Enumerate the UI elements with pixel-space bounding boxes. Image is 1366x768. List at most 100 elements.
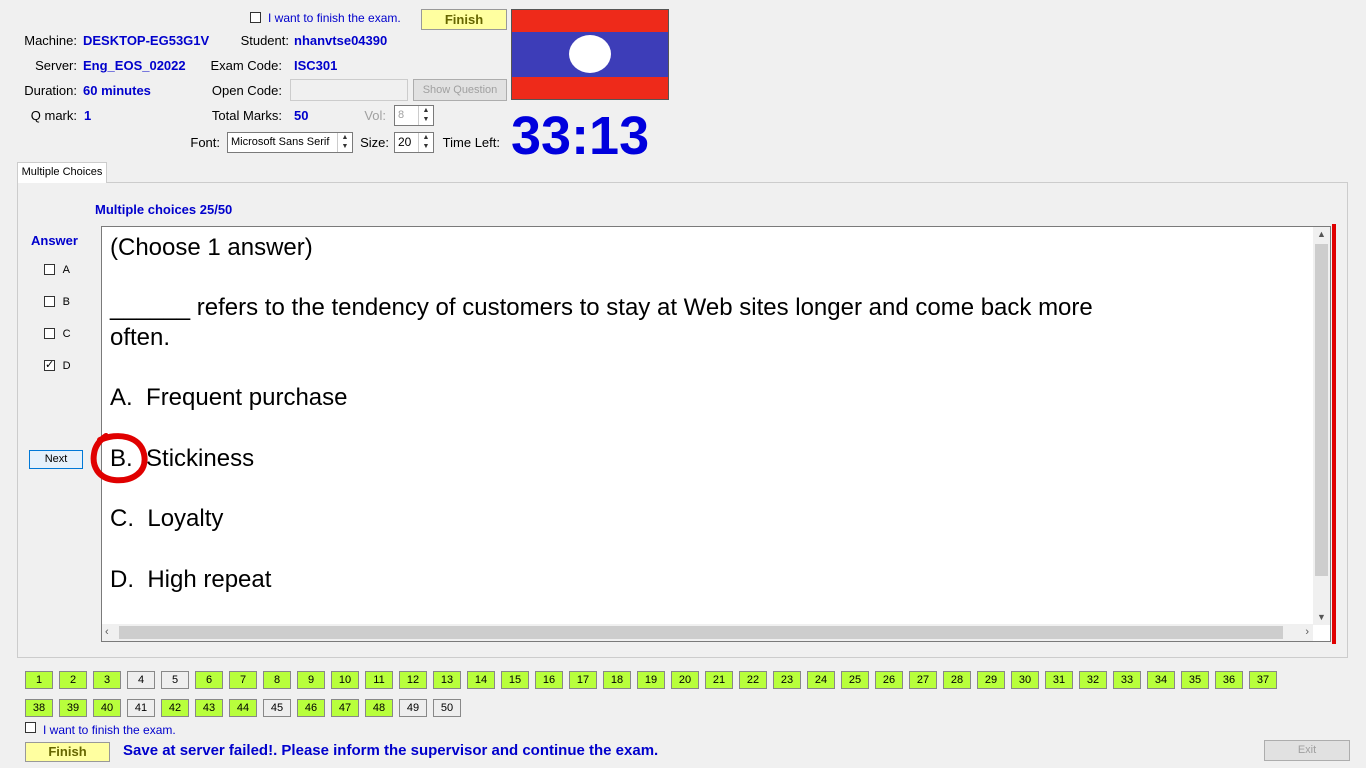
question-nav-button-37[interactable]: 37 xyxy=(1249,671,1277,689)
open-code-input[interactable] xyxy=(290,79,408,101)
question-nav-button-35[interactable]: 35 xyxy=(1181,671,1209,689)
checkbox-b[interactable] xyxy=(44,296,55,308)
question-nav-button-8[interactable]: 8 xyxy=(263,671,291,689)
choice-text: Stickiness xyxy=(146,445,255,472)
question-nav-button-28[interactable]: 28 xyxy=(943,671,971,689)
question-nav-button-32[interactable]: 32 xyxy=(1079,671,1107,689)
question-nav-button-50[interactable]: 50 xyxy=(433,699,461,717)
question-nav-button-46[interactable]: 46 xyxy=(297,699,325,717)
question-nav-button-33[interactable]: 33 xyxy=(1113,671,1141,689)
question-nav-button-18[interactable]: 18 xyxy=(603,671,631,689)
question-nav-button-40[interactable]: 40 xyxy=(93,699,121,717)
question-nav-button-15[interactable]: 15 xyxy=(501,671,529,689)
question-nav-button-36[interactable]: 36 xyxy=(1215,671,1243,689)
student-label: Student: xyxy=(240,33,289,48)
question-stem-line2: often. xyxy=(110,324,171,351)
answer-option-c[interactable]: C xyxy=(44,325,71,340)
vertical-scrollbar[interactable]: ▲ ▼ xyxy=(1313,227,1330,625)
qmark-value: 1 xyxy=(84,108,92,123)
next-button[interactable]: Next xyxy=(29,450,83,469)
question-nav-button-22[interactable]: 22 xyxy=(739,671,767,689)
question-nav-button-26[interactable]: 26 xyxy=(875,671,903,689)
question-nav-button-44[interactable]: 44 xyxy=(229,699,257,717)
question-nav-button-10[interactable]: 10 xyxy=(331,671,359,689)
tab-multiple-choices[interactable]: Multiple Choices xyxy=(17,162,107,183)
question-nav-button-14[interactable]: 14 xyxy=(467,671,495,689)
question-nav-button-29[interactable]: 29 xyxy=(977,671,1005,689)
question-nav-button-45[interactable]: 45 xyxy=(263,699,291,717)
answer-option-label: D xyxy=(62,360,71,372)
student-value: nhanvtse04390 xyxy=(294,33,388,48)
question-nav-button-3[interactable]: 3 xyxy=(93,671,121,689)
question-nav-button-21[interactable]: 21 xyxy=(705,671,733,689)
spin-arrows-icon[interactable]: ▲ ▼ xyxy=(337,133,352,152)
question-nav-button-6[interactable]: 6 xyxy=(195,671,223,689)
question-nav-button-39[interactable]: 39 xyxy=(59,699,87,717)
question-nav-button-25[interactable]: 25 xyxy=(841,671,869,689)
finish-checkbox-label-top: I want to finish the exam. xyxy=(268,11,401,25)
question-nav-button-31[interactable]: 31 xyxy=(1045,671,1073,689)
horizontal-scrollbar[interactable]: ‹ › xyxy=(102,624,1313,641)
show-question-button[interactable]: Show Question xyxy=(413,79,507,101)
question-nav-button-11[interactable]: 11 xyxy=(365,671,393,689)
question-nav-button-19[interactable]: 19 xyxy=(637,671,665,689)
vol-spinner[interactable]: 8 ▲ ▼ xyxy=(394,105,434,126)
question-nav-button-47[interactable]: 47 xyxy=(331,699,359,717)
question-nav-button-13[interactable]: 13 xyxy=(433,671,461,689)
font-spinner[interactable]: Microsoft Sans Serif ▲ ▼ xyxy=(227,132,353,153)
answer-heading: Answer xyxy=(31,233,78,248)
vol-label: Vol: xyxy=(364,108,386,123)
question-nav-button-41[interactable]: 41 xyxy=(127,699,155,717)
question-nav-button-20[interactable]: 20 xyxy=(671,671,699,689)
question-nav-button-23[interactable]: 23 xyxy=(773,671,801,689)
question-nav-button-9[interactable]: 9 xyxy=(297,671,325,689)
scroll-down-icon[interactable]: ▼ xyxy=(1313,610,1330,625)
scroll-up-icon[interactable]: ▲ xyxy=(1313,227,1330,242)
size-label: Size: xyxy=(360,135,389,150)
total-marks-value: 50 xyxy=(294,108,309,123)
question-nav-button-2[interactable]: 2 xyxy=(59,671,87,689)
question-nav-button-5[interactable]: 5 xyxy=(161,671,189,689)
hscrollbar-thumb[interactable] xyxy=(119,626,1283,639)
question-nav-button-34[interactable]: 34 xyxy=(1147,671,1175,689)
answer-option-label: A xyxy=(62,264,70,276)
spin-arrows-icon[interactable]: ▲ ▼ xyxy=(418,133,433,152)
finish-checkbox-top[interactable] xyxy=(250,12,261,23)
choice-b: B. Stickiness xyxy=(110,444,1093,474)
spin-arrows-icon[interactable]: ▲ ▼ xyxy=(418,106,433,125)
question-nav-button-24[interactable]: 24 xyxy=(807,671,835,689)
server-value: Eng_EOS_02022 xyxy=(83,58,186,73)
duration-value: 60 minutes xyxy=(83,83,151,98)
answer-option-d[interactable]: ✓ D xyxy=(44,357,71,372)
answer-option-b[interactable]: B xyxy=(44,293,70,308)
question-nav-button-12[interactable]: 12 xyxy=(399,671,427,689)
question-nav-button-4[interactable]: 4 xyxy=(127,671,155,689)
scroll-right-icon[interactable]: › xyxy=(1305,624,1309,641)
question-nav-button-43[interactable]: 43 xyxy=(195,699,223,717)
scrollbar-thumb[interactable] xyxy=(1315,244,1328,576)
answer-option-a[interactable]: A xyxy=(44,261,70,276)
font-value: Microsoft Sans Serif xyxy=(231,136,330,148)
question-content: (Choose 1 answer) ______ refers to the t… xyxy=(101,226,1331,642)
question-nav-button-49[interactable]: 49 xyxy=(399,699,427,717)
finish-button-bottom[interactable]: Finish xyxy=(25,742,110,762)
question-nav-button-30[interactable]: 30 xyxy=(1011,671,1039,689)
exit-button[interactable]: Exit xyxy=(1264,740,1350,761)
question-nav-button-1[interactable]: 1 xyxy=(25,671,53,689)
question-nav-button-48[interactable]: 48 xyxy=(365,699,393,717)
question-nav-button-42[interactable]: 42 xyxy=(161,699,189,717)
scroll-left-icon[interactable]: ‹ xyxy=(105,624,109,641)
size-spinner[interactable]: 20 ▲ ▼ xyxy=(394,132,434,153)
question-nav-button-7[interactable]: 7 xyxy=(229,671,257,689)
font-label: Font: xyxy=(190,135,220,150)
red-scroll-indicator xyxy=(1332,224,1336,644)
checkbox-c[interactable] xyxy=(44,328,55,340)
question-nav-button-16[interactable]: 16 xyxy=(535,671,563,689)
question-nav-button-17[interactable]: 17 xyxy=(569,671,597,689)
question-nav-button-27[interactable]: 27 xyxy=(909,671,937,689)
question-nav-button-38[interactable]: 38 xyxy=(25,699,53,717)
checkbox-d[interactable]: ✓ xyxy=(44,359,55,372)
finish-checkbox-bottom[interactable] xyxy=(25,722,36,733)
finish-button-top[interactable]: Finish xyxy=(421,9,507,30)
checkbox-a[interactable] xyxy=(44,264,55,276)
